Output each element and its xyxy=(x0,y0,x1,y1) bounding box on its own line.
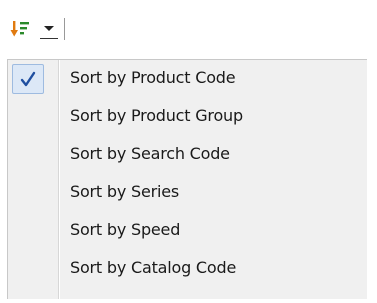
sort-menu: Sort by Product Code Sort by Product Gro… xyxy=(7,59,367,299)
menu-item-sort-by-search-code[interactable]: Sort by Search Code xyxy=(8,136,367,172)
chevron-down-icon xyxy=(44,26,54,31)
menu-item-sort-by-product-group[interactable]: Sort by Product Group xyxy=(8,98,367,134)
menu-item-label: Sort by Series xyxy=(70,182,179,201)
menu-item-sort-by-catalog-code[interactable]: Sort by Catalog Code xyxy=(8,250,367,286)
checkmark-icon xyxy=(20,71,36,87)
checked-indicator xyxy=(12,64,44,94)
menu-item-sort-by-product-code[interactable]: Sort by Product Code xyxy=(8,60,367,96)
menu-item-label: Sort by Product Code xyxy=(70,68,236,87)
dropdown-underline xyxy=(40,38,58,39)
sort-dropdown-button[interactable] xyxy=(40,17,58,41)
menu-item-label: Sort by Search Code xyxy=(70,144,230,163)
menu-item-sort-by-series[interactable]: Sort by Series xyxy=(8,174,367,210)
menu-item-sort-by-speed[interactable]: Sort by Speed xyxy=(8,212,367,248)
menu-item-label: Sort by Catalog Code xyxy=(70,258,237,277)
sort-button[interactable] xyxy=(10,18,32,40)
sort-toolbar xyxy=(10,14,65,44)
sort-descending-icon xyxy=(10,21,29,37)
menu-item-label: Sort by Product Group xyxy=(70,106,243,125)
menu-item-label: Sort by Speed xyxy=(70,220,181,239)
toolbar-separator xyxy=(64,18,65,40)
